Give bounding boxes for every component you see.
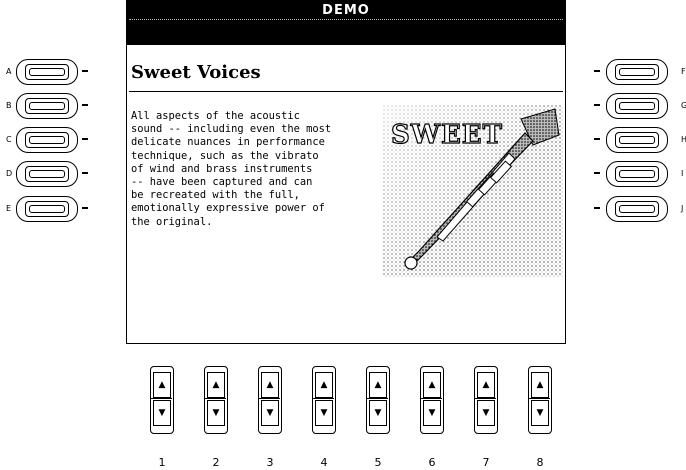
side-button-b[interactable]	[16, 93, 88, 119]
button-number-label: 8	[536, 456, 544, 469]
sweet-trumpet-image: SWEET	[383, 105, 563, 277]
side-button-g[interactable]	[594, 93, 668, 119]
down-arrow-button[interactable]: ▼	[423, 400, 441, 426]
up-arrow-button[interactable]: ▲	[423, 372, 441, 398]
screen-title: DEMO	[322, 3, 370, 18]
updown-button-3: ▲ ▼	[258, 366, 282, 434]
up-arrow-button[interactable]: ▲	[315, 372, 333, 398]
lcd-screen: DEMO Sweet Voices All aspects of the aco…	[126, 0, 566, 344]
down-arrow-button[interactable]: ▼	[531, 400, 549, 426]
updown-button-2: ▲ ▼	[204, 366, 228, 434]
button-number-label: 3	[266, 456, 274, 469]
up-arrow-button[interactable]: ▲	[207, 372, 225, 398]
updown-button-5: ▲ ▼	[366, 366, 390, 434]
up-arrow-button[interactable]: ▲	[369, 372, 387, 398]
button-number-label: 7	[482, 456, 490, 469]
down-arrow-button[interactable]: ▼	[315, 400, 333, 426]
button-letter-d: D	[6, 169, 13, 178]
side-button-d[interactable]	[16, 161, 88, 187]
updown-button-8: ▲ ▼	[528, 366, 552, 434]
down-arrow-button[interactable]: ▼	[261, 400, 279, 426]
button-number-label: 2	[212, 456, 220, 469]
updown-button-7: ▲ ▼	[474, 366, 498, 434]
down-arrow-button[interactable]: ▼	[477, 400, 495, 426]
button-number-label: 6	[428, 456, 436, 469]
button-letter-a: A	[6, 67, 12, 76]
button-letter-j: J	[681, 204, 684, 213]
side-button-j[interactable]	[594, 196, 668, 222]
down-arrow-button[interactable]: ▼	[369, 400, 387, 426]
side-button-f[interactable]	[594, 59, 668, 85]
down-arrow-button[interactable]: ▼	[207, 400, 225, 426]
button-number-label: 1	[158, 456, 166, 469]
button-letter-b: B	[6, 101, 12, 110]
title-underline	[129, 91, 563, 92]
down-arrow-button[interactable]: ▼	[153, 400, 171, 426]
updown-button-6: ▲ ▼	[420, 366, 444, 434]
title-bar: DEMO	[127, 1, 565, 45]
side-button-h[interactable]	[594, 127, 668, 153]
side-button-a[interactable]	[16, 59, 88, 85]
button-letter-g: G	[681, 101, 686, 110]
button-letter-f: F	[681, 67, 686, 76]
sweet-label: SWEET	[391, 120, 503, 150]
up-arrow-button[interactable]: ▲	[153, 372, 171, 398]
up-arrow-button[interactable]: ▲	[477, 372, 495, 398]
button-letter-h: H	[681, 135, 686, 144]
updown-button-1: ▲ ▼	[150, 366, 174, 434]
button-letter-c: C	[6, 135, 12, 144]
button-number-label: 5	[374, 456, 382, 469]
button-letter-i: I	[681, 169, 684, 178]
title-bar-dotted-line	[129, 19, 563, 20]
side-button-i[interactable]	[594, 161, 668, 187]
side-button-e[interactable]	[16, 196, 88, 222]
button-letter-e: E	[6, 204, 12, 213]
button-number-label: 4	[320, 456, 328, 469]
description-text: All aspects of the acoustic sound -- inc…	[131, 110, 332, 228]
up-arrow-button[interactable]: ▲	[531, 372, 549, 398]
voice-title: Sweet Voices	[131, 62, 261, 83]
side-button-c[interactable]	[16, 127, 88, 153]
up-arrow-button[interactable]: ▲	[261, 372, 279, 398]
updown-button-4: ▲ ▼	[312, 366, 336, 434]
